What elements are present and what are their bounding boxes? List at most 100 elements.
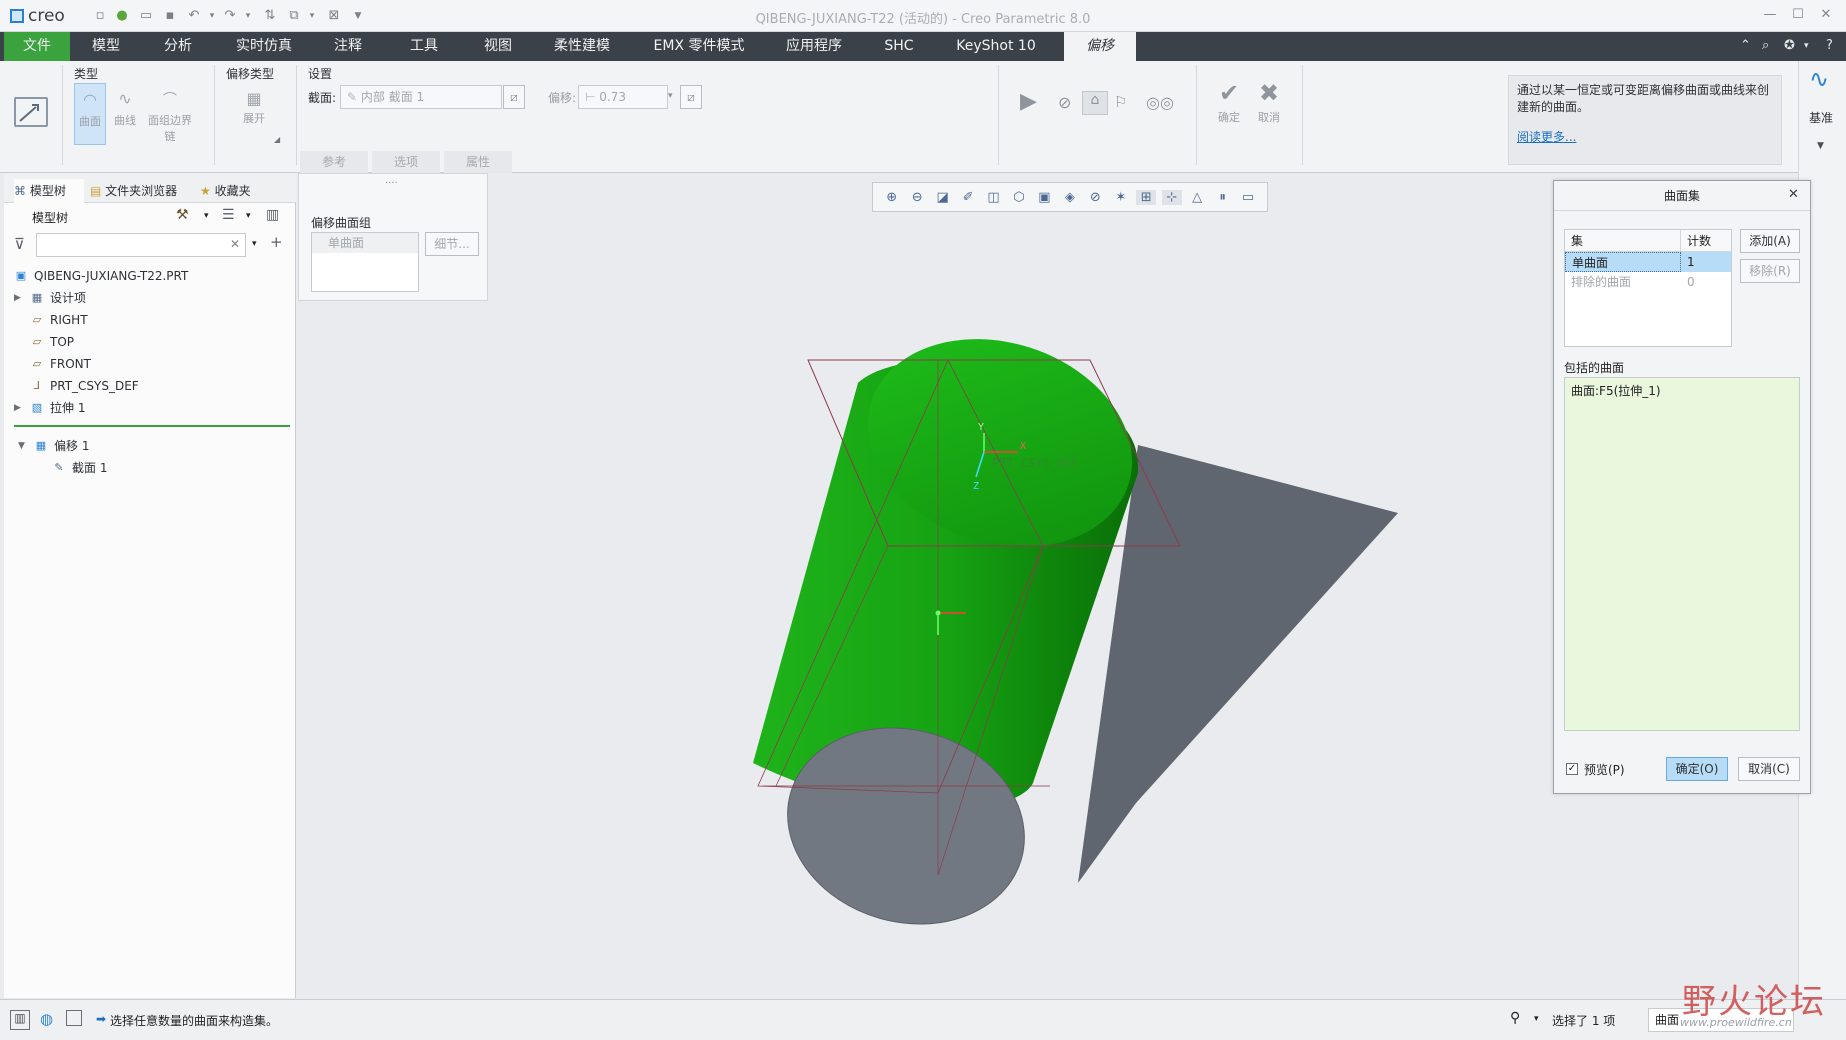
minimize-icon[interactable]: — xyxy=(1758,7,1782,25)
tab-model[interactable]: 模型 xyxy=(78,32,134,61)
browser-icon[interactable]: ◍ xyxy=(40,1010,53,1028)
zoom-out-icon[interactable]: ⊖ xyxy=(907,190,927,205)
expand-arrow-icon[interactable]: ▶ xyxy=(14,287,24,309)
type-curve-button[interactable]: ∿ 曲线 xyxy=(110,83,140,145)
resume-icon[interactable]: ▶ xyxy=(1020,89,1037,114)
offset-quilt-item[interactable]: 单曲面 xyxy=(312,233,418,253)
tree-columns-dropdown-icon[interactable]: ▾ xyxy=(246,211,251,221)
expand-arrow-icon[interactable]: ▶ xyxy=(14,397,24,419)
view-manager-icon[interactable]: ▣ xyxy=(1034,190,1054,205)
cancel-button[interactable]: ✖ 取消 xyxy=(1252,79,1286,125)
tree-item-part[interactable]: ▣ QIBENG-JUXIANG-T22.PRT xyxy=(14,265,294,287)
collapse-ribbon-icon[interactable]: ⌃ xyxy=(1740,38,1751,53)
tree-item-section[interactable]: ✎ 截面 1 xyxy=(18,457,288,479)
add-button[interactable]: 添加(A) xyxy=(1740,229,1800,253)
tab-tools[interactable]: 工具 xyxy=(396,32,452,61)
list-item[interactable]: 曲面:F5(拉伸_1) xyxy=(1571,382,1793,399)
find-dropdown-icon[interactable]: ▾ xyxy=(1534,1014,1539,1024)
tree-filter-view-icon[interactable]: ▥ xyxy=(266,207,279,223)
tree-columns-icon[interactable]: ☰ xyxy=(222,207,235,223)
tree-item-front[interactable]: ▱ FRONT xyxy=(14,353,294,375)
remove-button[interactable]: 移除(R) xyxy=(1740,259,1800,283)
type-surface-button[interactable]: ◠ 曲面 xyxy=(74,83,106,145)
maximize-icon[interactable]: ☐ xyxy=(1786,7,1810,25)
tab-applications[interactable]: 应用程序 xyxy=(776,32,852,61)
edit-section-icon[interactable]: ⧄ xyxy=(503,85,525,109)
offset-value-field[interactable]: ⊢ 0.73 xyxy=(578,85,668,109)
table-row[interactable]: 排除的曲面 0 xyxy=(1565,272,1731,292)
verify-icon[interactable]: ⚐ xyxy=(1114,93,1127,111)
show-navigator-icon[interactable]: ▥ xyxy=(10,1010,30,1030)
saved-orientations-icon[interactable]: ⬡ xyxy=(1009,190,1029,205)
preview-checkbox[interactable]: ✓ xyxy=(1566,763,1578,775)
tree-search-input[interactable] xyxy=(36,233,246,257)
refit-icon[interactable]: ◪ xyxy=(933,190,953,205)
help-icon[interactable]: ? xyxy=(1826,38,1833,53)
pause-animation-icon[interactable]: ⏸ xyxy=(1213,190,1233,205)
glasses-icon[interactable]: ◎◎ xyxy=(1146,93,1174,112)
group-launcher-icon[interactable]: ◢ xyxy=(274,135,280,144)
subtab-references[interactable]: 参考 xyxy=(300,151,368,173)
collapse-arrow-icon[interactable]: ▼ xyxy=(18,435,28,457)
filter-icon[interactable]: ⊽ xyxy=(14,235,25,253)
clear-search-icon[interactable]: ✕ xyxy=(230,237,240,251)
tree-item-csys[interactable]: ⅃ PRT_CSYS_DEF xyxy=(14,375,294,397)
dialog-close-icon[interactable]: ✕ xyxy=(1788,187,1799,202)
zoom-in-icon[interactable]: ⊕ xyxy=(882,190,902,205)
tree-item-extrude[interactable]: ▶ ▧ 拉伸 1 xyxy=(14,397,294,419)
ok-button[interactable]: ✔ 确定 xyxy=(1212,79,1246,125)
add-filter-icon[interactable]: + xyxy=(270,233,283,251)
tab-favorites[interactable]: ★ 收藏夹 xyxy=(200,179,280,203)
dialog-cancel-button[interactable]: 取消(C) xyxy=(1738,757,1800,781)
read-more-link[interactable]: 阅读更多... xyxy=(1517,128,1773,145)
tab-folder-browser[interactable]: ▤ 文件夹浏览器 xyxy=(90,179,190,203)
community-dropdown-icon[interactable]: ▾ xyxy=(1804,41,1809,51)
tab-file[interactable]: 文件 xyxy=(4,32,70,61)
included-surfaces-list[interactable]: 曲面:F5(拉伸_1) xyxy=(1564,377,1800,731)
appearance-icon[interactable]: △ xyxy=(1187,190,1207,205)
tab-analysis[interactable]: 分析 xyxy=(150,32,206,61)
close-icon[interactable]: ✕ xyxy=(1814,7,1838,25)
tree-item-top[interactable]: ▱ TOP xyxy=(14,331,294,353)
tab-offset[interactable]: 偏移 xyxy=(1064,32,1136,61)
subtab-options[interactable]: 选项 xyxy=(372,151,440,173)
subtab-properties[interactable]: 属性 xyxy=(444,151,512,173)
tree-settings-dropdown-icon[interactable]: ▾ xyxy=(204,211,209,221)
tree-item-right[interactable]: ▱ RIGHT xyxy=(14,309,294,331)
pause-icon[interactable]: ⊘ xyxy=(1058,93,1071,112)
annotation-display-icon[interactable]: ⊞ xyxy=(1136,189,1157,205)
tab-flexible-modeling[interactable]: 柔性建模 xyxy=(546,32,618,61)
tab-view[interactable]: 视图 xyxy=(470,32,526,61)
tab-shc[interactable]: SHC xyxy=(876,32,922,61)
find-icon[interactable]: ⚲ xyxy=(1510,1010,1520,1026)
display-style-icon[interactable]: ◫ xyxy=(984,190,1004,205)
perspective-icon[interactable]: ◈ xyxy=(1060,190,1080,205)
community-icon[interactable]: ✪ xyxy=(1784,38,1795,53)
search-icon[interactable]: ⌕ xyxy=(1762,38,1769,53)
datum-dropdown-icon[interactable]: ▼ xyxy=(1817,141,1824,151)
fullscreen-icon[interactable] xyxy=(66,1010,82,1026)
panel-grip-icon[interactable]: ···· xyxy=(385,178,398,189)
section-view-icon[interactable]: ⊘ xyxy=(1085,190,1105,205)
repaint-icon[interactable]: ✐ xyxy=(958,190,978,205)
search-dropdown-icon[interactable]: ▾ xyxy=(252,239,257,249)
section-field[interactable]: ✎ 内部 截面 1 xyxy=(340,85,502,109)
tree-settings-icon[interactable]: ⚒ xyxy=(176,207,189,223)
dialog-ok-button[interactable]: 确定(O) xyxy=(1666,757,1728,781)
tab-annotate[interactable]: 注释 xyxy=(320,32,376,61)
datum-display-icon[interactable]: ✶ xyxy=(1111,190,1131,205)
preview-icon[interactable]: ⌂ xyxy=(1082,91,1108,115)
render-icon[interactable]: ▭ xyxy=(1238,190,1258,205)
details-button[interactable]: 细节... xyxy=(425,232,479,256)
insert-indicator[interactable] xyxy=(14,425,290,427)
offset-quilt-collector[interactable]: 单曲面 xyxy=(311,232,419,292)
expand-offset-button[interactable]: ▦ 展开 xyxy=(236,89,272,129)
spin-center-toggle-icon[interactable]: ⊹ xyxy=(1161,189,1182,205)
type-quilt-boundary-button[interactable]: ⌒ 面组边界链 xyxy=(144,83,196,145)
tab-keyshot[interactable]: KeyShot 10 xyxy=(948,32,1044,61)
offset-dropdown-icon[interactable]: ▾ xyxy=(668,91,673,101)
tab-model-tree[interactable]: ⌘ 模型树 xyxy=(14,179,84,203)
flip-direction-icon[interactable]: ⧄ xyxy=(680,85,702,109)
tree-item-offset[interactable]: ▼ ▦ 偏移 1 xyxy=(18,435,288,457)
datum-curve-icon[interactable]: ∿ xyxy=(1809,65,1829,93)
